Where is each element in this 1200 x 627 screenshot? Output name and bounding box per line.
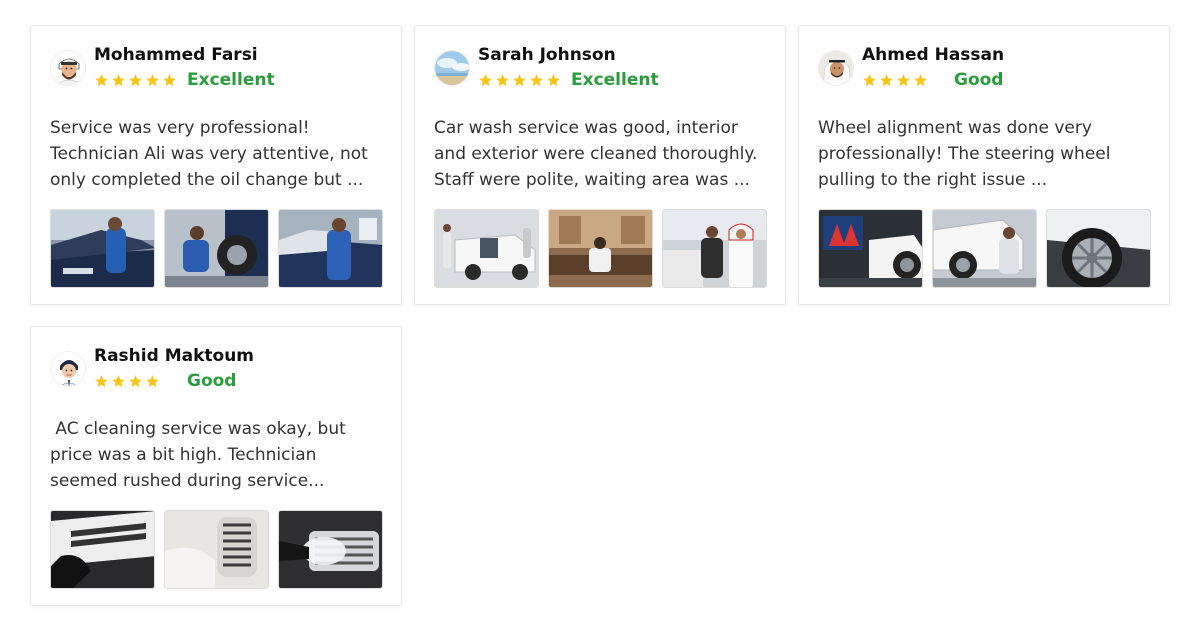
review-text: Car wash service was good, interior and …	[434, 115, 769, 193]
review-photo[interactable]	[278, 510, 383, 589]
review-text-line: professionally! The steering wheel	[818, 144, 1111, 164]
review-header: Ahmed Hassan Good	[818, 45, 1159, 91]
review-card: Sarah Johnson Excellent Car wash service…	[414, 25, 786, 305]
star-icon	[112, 74, 125, 87]
star-icon	[95, 74, 108, 87]
review-text-line: Staff were polite, waiting area was ...	[434, 170, 750, 190]
review-card: Rashid Maktoum Good AC cleaning service …	[30, 326, 402, 606]
review-photos	[50, 209, 383, 288]
star-rating	[862, 73, 928, 89]
reviewer-avatar[interactable]	[434, 50, 470, 86]
review-text-line: Wheel alignment was done very	[818, 118, 1092, 138]
star-icon	[897, 74, 910, 87]
reviewer-name: Rashid Maktoum	[94, 346, 255, 366]
star-icon	[146, 375, 159, 388]
review-photo[interactable]	[164, 510, 269, 589]
rating-label: Excellent	[571, 70, 659, 90]
review-text: Service was very professional! Technicia…	[50, 115, 385, 193]
review-text: Wheel alignment was done very profession…	[818, 115, 1153, 193]
star-icon	[914, 74, 927, 87]
review-photo[interactable]	[818, 209, 923, 288]
star-icon	[112, 375, 125, 388]
star-icon	[129, 375, 142, 388]
review-text: AC cleaning service was okay, but price …	[50, 416, 385, 494]
review-photos	[434, 209, 767, 288]
review-text-line: Car wash service was good, interior	[434, 118, 738, 138]
star-icon	[129, 74, 142, 87]
review-photos	[50, 510, 383, 589]
review-text-line: price was a bit high. Technician	[50, 445, 317, 465]
star-icon	[95, 375, 108, 388]
review-photo[interactable]	[50, 510, 155, 589]
review-text-line: seemed rushed during service...	[50, 471, 325, 491]
review-photo[interactable]	[932, 209, 1037, 288]
star-icon	[530, 74, 543, 87]
star-icon	[880, 74, 893, 87]
rating-label: Excellent	[187, 70, 275, 90]
review-card: Ahmed Hassan Good Wheel alignment was do…	[798, 25, 1170, 305]
review-card: Mohammed Farsi Excellent Service was ver…	[30, 25, 402, 305]
review-text-line: pulling to the right issue ...	[818, 170, 1048, 190]
reviewer-avatar[interactable]	[50, 50, 86, 86]
review-text-line: and exterior were cleaned thoroughly.	[434, 144, 758, 164]
star-rating	[478, 73, 561, 89]
review-text-line: Technician Ali was very attentive, not	[50, 144, 368, 164]
star-icon	[146, 74, 159, 87]
star-rating	[94, 374, 160, 390]
reviewer-avatar[interactable]	[818, 50, 854, 86]
review-header: Sarah Johnson Excellent	[434, 45, 775, 91]
review-header: Mohammed Farsi Excellent	[50, 45, 391, 91]
rating-label: Good	[187, 371, 237, 391]
review-header: Rashid Maktoum Good	[50, 346, 391, 392]
star-icon	[496, 74, 509, 87]
review-photo[interactable]	[662, 209, 767, 288]
review-photo[interactable]	[548, 209, 653, 288]
star-icon	[547, 74, 560, 87]
review-photo[interactable]	[1046, 209, 1151, 288]
rating-label: Good	[954, 70, 1004, 90]
review-text-line: only completed the oil change but ...	[50, 170, 364, 190]
reviewer-name: Ahmed Hassan	[862, 45, 1005, 65]
review-photos	[818, 209, 1151, 288]
review-photo[interactable]	[434, 209, 539, 288]
star-rating	[94, 73, 177, 89]
review-text-line: AC cleaning service was okay, but	[50, 419, 346, 439]
star-icon	[479, 74, 492, 87]
star-icon	[863, 74, 876, 87]
reviewer-name: Mohammed Farsi	[94, 45, 258, 65]
reviewer-name: Sarah Johnson	[478, 45, 616, 65]
review-text-line: Service was very professional!	[50, 118, 310, 138]
star-icon	[513, 74, 526, 87]
reviewer-avatar[interactable]	[50, 351, 86, 387]
star-icon	[163, 74, 176, 87]
review-photo[interactable]	[50, 209, 155, 288]
review-photo[interactable]	[278, 209, 383, 288]
review-photo[interactable]	[164, 209, 269, 288]
